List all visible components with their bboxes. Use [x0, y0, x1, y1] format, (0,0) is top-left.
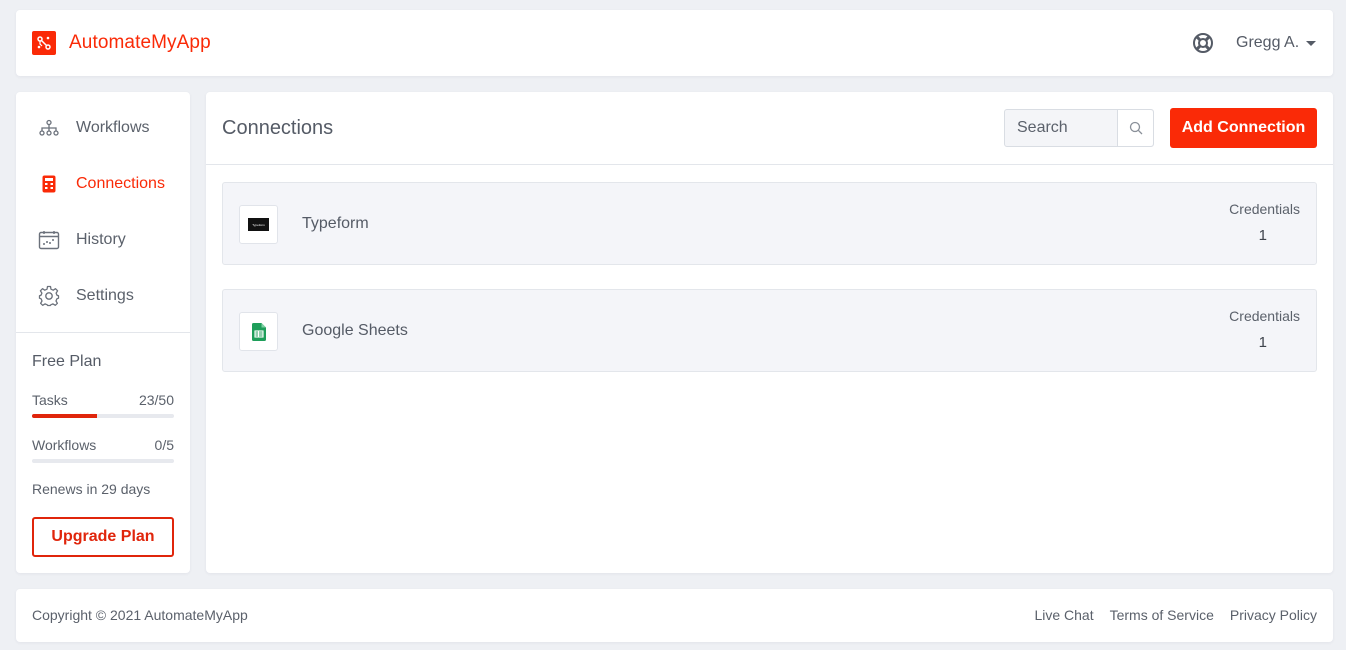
caret-down-icon — [1306, 40, 1317, 46]
workflows-label: Workflows — [32, 437, 97, 453]
footer-links: Live Chat Terms of Service Privacy Polic… — [1018, 607, 1317, 623]
search-input[interactable] — [1005, 110, 1117, 146]
credentials-label: Credentials — [1229, 201, 1300, 217]
tasks-value: 23/50 — [138, 392, 174, 408]
live-chat-link[interactable]: Live Chat — [1034, 607, 1093, 623]
terms-of-service-link[interactable]: Terms of Service — [1110, 607, 1214, 623]
main-divider — [206, 164, 1333, 165]
gear-icon — [38, 285, 60, 307]
typeform-icon: Typeform — [239, 205, 278, 244]
sidebar-item-settings[interactable]: Settings — [16, 276, 190, 316]
credentials-count: 1 — [1258, 227, 1267, 244]
main-panel: Connections Add Connection Typeform Type… — [206, 92, 1333, 573]
search-icon — [1129, 121, 1142, 135]
renews-text: Renews in 29 days — [32, 481, 151, 497]
sidebar-divider — [16, 332, 190, 333]
sidebar-item-label: Settings — [76, 287, 134, 304]
add-connection-button[interactable]: Add Connection — [1170, 108, 1317, 148]
user-name: Gregg A. — [1236, 34, 1300, 51]
calculator-icon — [38, 173, 60, 195]
user-menu[interactable]: Gregg A. — [1236, 34, 1317, 52]
app-name: AutomateMyApp — [69, 32, 211, 53]
app-logo[interactable]: AutomateMyApp — [32, 31, 211, 55]
page-title: Connections — [222, 117, 334, 139]
connection-row-google-sheets[interactable]: Google Sheets Credentials 1 — [222, 289, 1317, 372]
connection-name: Google Sheets — [302, 322, 408, 339]
sitemap-icon — [38, 117, 60, 139]
workflows-progress-track — [32, 459, 174, 463]
sidebar-item-history[interactable]: History — [16, 220, 190, 260]
lifebuoy-icon[interactable] — [1192, 32, 1214, 54]
sidebar-item-label: Connections — [76, 175, 165, 192]
search-button[interactable] — [1117, 110, 1153, 146]
copyright-text: Copyright © 2021 AutomateMyApp — [32, 607, 248, 623]
typeform-logo-text: Typeform — [252, 222, 265, 227]
logo-icon — [32, 31, 56, 55]
top-header: AutomateMyApp Gregg A. — [16, 10, 1333, 76]
privacy-policy-link[interactable]: Privacy Policy — [1230, 607, 1317, 623]
plan-title: Free Plan — [32, 353, 102, 370]
tasks-progress-track — [32, 414, 174, 418]
sidebar-item-connections[interactable]: Connections — [16, 164, 190, 204]
tasks-progress-fill — [32, 414, 98, 418]
google-sheets-icon — [239, 312, 278, 351]
connection-name: Typeform — [302, 215, 369, 232]
tasks-label: Tasks — [32, 392, 68, 408]
calendar-icon — [38, 229, 60, 251]
sidebar-item-workflows[interactable]: Workflows — [16, 108, 190, 148]
search-box — [1004, 109, 1154, 147]
sidebar-item-label: History — [76, 231, 126, 248]
sidebar-item-label: Workflows — [76, 119, 150, 136]
upgrade-plan-button[interactable]: Upgrade Plan — [32, 517, 174, 557]
sidebar: Workflows Connections History Settings F… — [16, 92, 190, 573]
footer: Copyright © 2021 AutomateMyApp Live Chat… — [16, 589, 1333, 642]
workflows-value: 0/5 — [154, 437, 174, 453]
connection-row-typeform[interactable]: Typeform Typeform Credentials 1 — [222, 182, 1317, 265]
credentials-label: Credentials — [1229, 308, 1300, 324]
credentials-count: 1 — [1258, 334, 1267, 351]
